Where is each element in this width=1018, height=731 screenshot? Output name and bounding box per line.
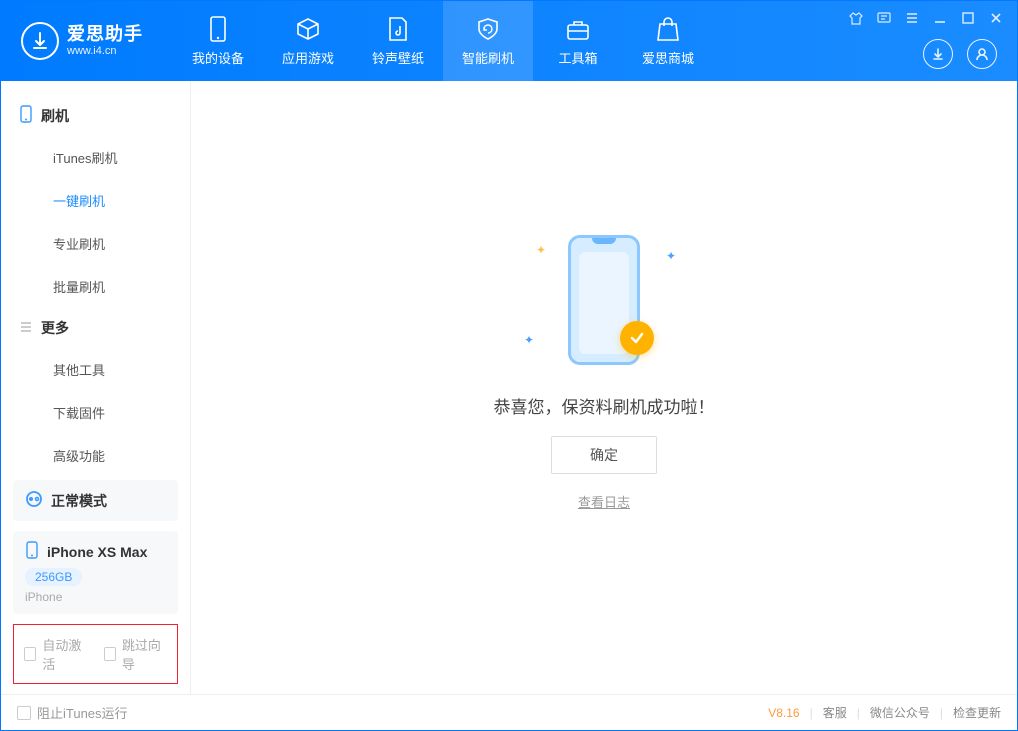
nav-item-other-tools[interactable]: 其他工具 [1, 348, 190, 391]
phone-icon [208, 16, 228, 42]
auto-activate-checkbox[interactable]: 自动激活 [24, 635, 88, 673]
nav-item-pro-flash[interactable]: 专业刷机 [1, 222, 190, 265]
nav-item-batch-flash[interactable]: 批量刷机 [1, 265, 190, 308]
app-title: 爱思助手 [67, 24, 143, 46]
menu-icon[interactable] [903, 9, 921, 27]
minimize-button[interactable] [931, 9, 949, 27]
bag-icon [656, 16, 680, 42]
ok-button[interactable]: 确定 [551, 436, 657, 474]
logo-icon [21, 22, 59, 60]
sidebar-nav: 刷机 iTunes刷机 一键刷机 专业刷机 批量刷机 更多 其他工具 下载固件 … [1, 81, 190, 480]
sidebar: 刷机 iTunes刷机 一键刷机 专业刷机 批量刷机 更多 其他工具 下载固件 … [1, 81, 191, 694]
skip-guide-checkbox[interactable]: 跳过向导 [104, 635, 168, 673]
nav-item-oneclick-flash[interactable]: 一键刷机 [1, 179, 190, 222]
sparkle-icon: ✦ [524, 333, 534, 347]
success-panel: ✦ ✦ ✦ 恭喜您，保资料刷机成功啦！ 确定 查看日志 [494, 225, 715, 511]
footer-link-support[interactable]: 客服 [823, 704, 847, 721]
nav-section-flash: 刷机 [1, 95, 190, 136]
toolbox-icon [565, 16, 591, 42]
music-file-icon [387, 16, 409, 42]
success-illustration: ✦ ✦ ✦ [514, 225, 694, 375]
app-body: 刷机 iTunes刷机 一键刷机 专业刷机 批量刷机 更多 其他工具 下载固件 … [1, 81, 1017, 694]
checkbox-row-highlighted: 自动激活 跳过向导 [13, 624, 178, 684]
tab-my-device[interactable]: 我的设备 [173, 1, 263, 81]
mode-card[interactable]: 正常模式 [13, 480, 178, 521]
checkbox-box [104, 647, 116, 661]
list-icon [19, 320, 33, 337]
block-itunes-checkbox[interactable]: 阻止iTunes运行 [17, 703, 128, 722]
maximize-button[interactable] [959, 9, 977, 27]
main-content: ✦ ✦ ✦ 恭喜您，保资料刷机成功啦！ 确定 查看日志 [191, 81, 1017, 694]
feedback-icon[interactable] [875, 9, 893, 27]
tab-smart-flash[interactable]: 智能刷机 [443, 1, 533, 81]
app-logo[interactable]: 爱思助手 www.i4.cn [1, 22, 163, 60]
tab-apps-games[interactable]: 应用游戏 [263, 1, 353, 81]
device-capacity-badge: 256GB [25, 568, 82, 586]
sparkle-icon: ✦ [536, 243, 546, 257]
tab-ringtone-wallpaper[interactable]: 铃声壁纸 [353, 1, 443, 81]
window-controls [847, 9, 1005, 27]
shield-refresh-icon [475, 16, 501, 42]
tab-toolbox[interactable]: 工具箱 [533, 1, 623, 81]
user-button[interactable] [967, 39, 997, 69]
footer-link-update[interactable]: 检查更新 [953, 704, 1001, 721]
footer-link-wechat[interactable]: 微信公众号 [870, 704, 930, 721]
device-card[interactable]: iPhone XS Max 256GB iPhone [13, 531, 178, 614]
checkbox-box [17, 706, 31, 720]
header-tabs: 我的设备 应用游戏 铃声壁纸 智能刷机 工具箱 爱思商城 [173, 1, 713, 81]
version-label: V8.16 [768, 706, 799, 720]
nav-item-advanced[interactable]: 高级功能 [1, 434, 190, 477]
app-subtitle: www.i4.cn [67, 45, 143, 58]
download-button[interactable] [923, 39, 953, 69]
device-name-label: iPhone XS Max [47, 544, 147, 560]
view-log-link[interactable]: 查看日志 [578, 492, 630, 511]
checkbox-box [24, 647, 36, 661]
mode-icon [25, 490, 43, 511]
success-message: 恭喜您，保资料刷机成功啦！ [494, 393, 715, 418]
tab-store[interactable]: 爱思商城 [623, 1, 713, 81]
app-header: 爱思助手 www.i4.cn 我的设备 应用游戏 铃声壁纸 智能刷机 [1, 1, 1017, 81]
app-window: 爱思助手 www.i4.cn 我的设备 应用游戏 铃声壁纸 智能刷机 [0, 0, 1018, 731]
close-button[interactable] [987, 9, 1005, 27]
device-type-label: iPhone [25, 590, 166, 604]
sparkle-icon: ✦ [666, 249, 676, 263]
device-icon [25, 541, 39, 562]
check-icon [620, 321, 654, 355]
nav-item-itunes-flash[interactable]: iTunes刷机 [1, 136, 190, 179]
cube-icon [295, 16, 321, 42]
skin-icon[interactable] [847, 9, 865, 27]
phone-icon [19, 105, 33, 126]
status-bar: 阻止iTunes运行 V8.16 | 客服 | 微信公众号 | 检查更新 [1, 694, 1017, 730]
nav-section-more: 更多 [1, 308, 190, 348]
nav-item-download-firmware[interactable]: 下载固件 [1, 391, 190, 434]
